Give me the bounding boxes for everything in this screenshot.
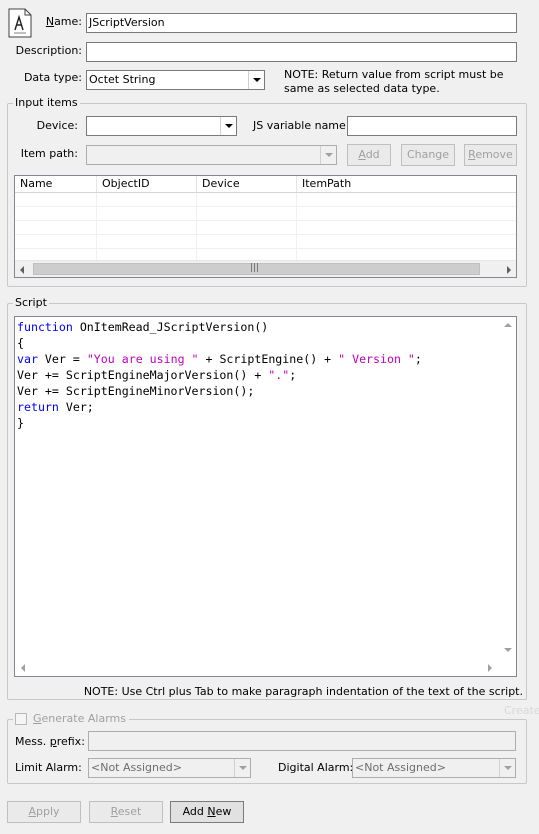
scroll-right-icon[interactable] [507,266,511,274]
column-divider [96,193,97,263]
name-label: Name: [45,15,82,28]
chevron-down-icon[interactable] [234,759,250,777]
script-line: return Ver; [17,399,516,415]
message-prefix-label: Mess. prefix: [15,735,85,748]
column-header-name[interactable]: Name [15,176,97,192]
generate-alarms-label: Generate Alarms [33,712,126,725]
table-header: Name ObjectID Device ItemPath [15,176,516,193]
description-label: Description: [15,44,82,57]
script-line: Ver += ScriptEngineMinorVersion(); [17,383,516,399]
script-keyword: return [17,400,59,414]
script-note: NOTE: Use Ctrl plus Tab to make paragrap… [83,685,523,698]
script-document-icon [6,8,34,38]
datatype-value: Octet String [89,73,156,86]
js-variable-label: JS variable name: [253,119,350,132]
script-token: + ScriptEngine() + [198,352,339,366]
table-row [15,193,516,207]
description-field[interactable] [86,42,517,62]
script-line: function OnItemRead_JScriptVersion() [17,319,516,335]
scroll-left-icon[interactable] [21,664,25,672]
scroll-thumb[interactable]: ||| [33,263,480,275]
scroll-grip: ||| [250,263,260,273]
limit-alarm-label: Limit Alarm: [15,761,82,774]
reset-button[interactable]: Reset [89,801,163,823]
item-path-label: Item path: [20,147,78,160]
chevron-down-icon[interactable] [248,71,264,89]
chevron-down-icon[interactable] [499,759,515,777]
generate-alarms-checkbox[interactable] [15,713,27,725]
script-keyword: var [17,352,38,366]
add-new-button[interactable]: Add New [170,801,244,823]
scroll-down-icon[interactable] [504,648,512,652]
js-variable-field[interactable] [347,116,517,136]
script-editor[interactable]: function OnItemRead_JScriptVersion(){var… [14,316,517,677]
column-divider [296,193,297,263]
script-string: "You are using " [86,352,199,366]
remove-button[interactable]: Remove [464,144,517,166]
digital-alarm-label: Digital Alarm: [278,761,354,774]
script-token: } [17,416,24,430]
script-keyword: function [17,320,73,334]
table-horizontal-scrollbar[interactable]: ||| [15,260,516,277]
script-line: } [17,415,516,431]
chevron-down-icon[interactable] [320,146,336,164]
digital-alarm-value: <Not Assigned> [355,761,446,774]
table-row [15,221,516,235]
script-horizontal-scrollbar[interactable] [15,660,500,676]
table-row [15,207,516,221]
script-line: { [17,335,516,351]
script-string: " Version " [338,352,415,366]
device-label: Device: [36,119,78,132]
scroll-up-icon[interactable] [504,323,512,327]
column-header-objectid[interactable]: ObjectID [97,176,197,192]
item-path-select[interactable] [86,145,337,165]
script-token: ; [289,368,297,382]
datatype-select[interactable]: Octet String [86,70,265,90]
scroll-right-icon[interactable] [488,664,492,672]
limit-alarm-select[interactable]: <Not Assigned> [88,758,251,778]
device-select[interactable] [86,116,237,136]
script-token: OnItemRead_JScriptVersion() [72,320,269,334]
input-items-table[interactable]: Name ObjectID Device ItemPath ||| [14,175,517,278]
digital-alarm-select[interactable]: <Not Assigned> [352,758,516,778]
script-line: Ver += ScriptEngineMajorVersion() + "."; [17,367,516,383]
script-token: ; [414,352,422,366]
limit-alarm-value: <Not Assigned> [91,761,182,774]
script-string: "." [268,368,290,382]
change-button[interactable]: Change [401,144,455,166]
table-row [15,235,516,249]
add-button[interactable]: Add [347,144,391,166]
column-divider [196,193,197,263]
watermark-text: Create [504,704,539,717]
apply-button[interactable]: Apply [7,801,81,823]
column-header-itempath[interactable]: ItemPath [297,176,516,192]
datatype-note: NOTE: Return value from script must be s… [284,68,504,95]
script-token: Ver = [37,352,87,366]
script-token: Ver += ScriptEngineMajorVersion() + [17,368,269,382]
script-title: Script [13,296,49,309]
script-token: Ver += ScriptEngineMinorVersion(); [17,384,255,398]
datatype-label: Data type: [23,71,82,84]
input-items-title: Input items [13,96,80,109]
column-header-device[interactable]: Device [197,176,297,192]
script-line: var Ver = "You are using " + ScriptEngin… [17,351,516,367]
name-field[interactable]: JScriptVersion [86,13,517,33]
generate-alarms-checkbox-row[interactable]: Generate Alarms [13,712,129,726]
script-token: Ver; [58,400,94,414]
message-prefix-field[interactable] [88,731,516,751]
script-vertical-scrollbar[interactable] [500,317,516,660]
script-token: { [17,336,24,350]
chevron-down-icon[interactable] [220,117,236,135]
scroll-left-icon[interactable] [20,266,24,274]
